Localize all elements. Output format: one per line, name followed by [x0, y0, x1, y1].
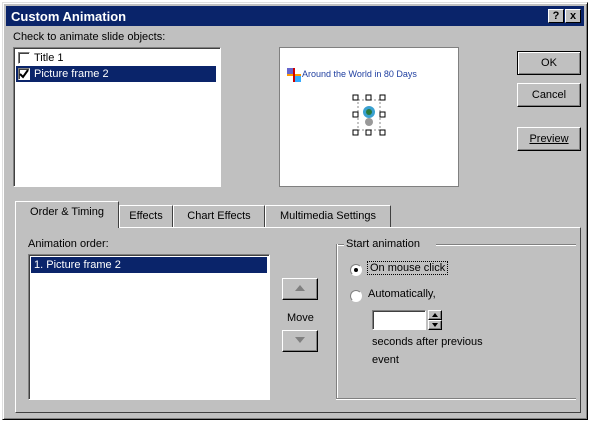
- help-icon: ?: [552, 10, 560, 22]
- ok-button[interactable]: OK: [517, 51, 581, 75]
- tab-label: Effects: [129, 210, 163, 222]
- tab-label: Order & Timing: [30, 206, 104, 218]
- tab-label: Multimedia Settings: [280, 210, 376, 222]
- spinner-down-button[interactable]: [428, 320, 442, 330]
- seconds-input[interactable]: [372, 310, 426, 330]
- group-frame-line: [336, 398, 576, 400]
- picture-frame-icon: [352, 94, 386, 136]
- tab-multimedia-settings[interactable]: Multimedia Settings: [265, 205, 391, 227]
- check-icon: [19, 69, 29, 79]
- move-up-button[interactable]: [282, 278, 318, 300]
- preview-button[interactable]: Preview: [517, 127, 581, 151]
- group-frame-line: [336, 244, 338, 400]
- slide-logo-icon: [287, 68, 301, 82]
- start-animation-label: Start animation: [346, 238, 420, 250]
- spin-up-icon: [432, 313, 438, 317]
- close-icon: x: [569, 10, 577, 22]
- animation-order-list[interactable]: 1. Picture frame 2: [28, 254, 270, 400]
- seconds-spinner[interactable]: [428, 310, 442, 330]
- object-item-picture-frame[interactable]: Picture frame 2: [16, 66, 216, 82]
- title-bar[interactable]: Custom Animation ? x: [6, 6, 584, 26]
- order-timing-panel: Animation order: 1. Picture frame 2 Move…: [15, 227, 581, 413]
- window-title: Custom Animation: [11, 9, 127, 24]
- on-mouse-click-label[interactable]: On mouse click: [366, 261, 449, 275]
- ok-label: OK: [541, 57, 557, 69]
- object-checkbox[interactable]: [18, 52, 30, 64]
- arrow-up-icon: [295, 285, 305, 291]
- custom-animation-dialog: Custom Animation ? x Check to animate sl…: [2, 2, 588, 420]
- slide-preview: Around the World in 80 Days: [279, 47, 459, 187]
- spinner-up-button[interactable]: [428, 310, 442, 320]
- object-item-label: Picture frame 2: [34, 68, 109, 80]
- cancel-button[interactable]: Cancel: [517, 83, 581, 107]
- cancel-label: Cancel: [531, 89, 567, 101]
- seconds-after-label: seconds after previous: [372, 336, 483, 348]
- object-item-label: Title 1: [34, 52, 64, 64]
- objects-label: Check to animate slide objects:: [13, 31, 166, 43]
- automatically-radio[interactable]: [350, 290, 362, 302]
- move-label: Move: [287, 312, 314, 324]
- animation-order-item[interactable]: 1. Picture frame 2: [31, 257, 267, 273]
- move-down-button[interactable]: [282, 330, 318, 352]
- slide-title: Around the World in 80 Days: [302, 69, 417, 79]
- group-frame-line: [436, 244, 576, 246]
- objects-list[interactable]: Title 1 Picture frame 2: [13, 47, 221, 187]
- preview-label: Preview: [529, 133, 569, 145]
- event-label: event: [372, 354, 399, 366]
- help-button[interactable]: ?: [548, 9, 564, 23]
- tab-order-timing[interactable]: Order & Timing: [15, 201, 119, 228]
- arrow-down-icon: [295, 337, 305, 343]
- object-checkbox[interactable]: [18, 68, 30, 80]
- tab-chart-effects[interactable]: Chart Effects: [173, 205, 265, 227]
- close-button[interactable]: x: [565, 9, 581, 23]
- automatically-label[interactable]: Automatically,: [368, 288, 436, 300]
- tab-label: Chart Effects: [187, 210, 251, 222]
- spin-down-icon: [432, 323, 438, 327]
- animation-order-label: Animation order:: [28, 238, 109, 250]
- tab-effects[interactable]: Effects: [119, 205, 173, 227]
- on-mouse-click-radio[interactable]: [350, 264, 362, 276]
